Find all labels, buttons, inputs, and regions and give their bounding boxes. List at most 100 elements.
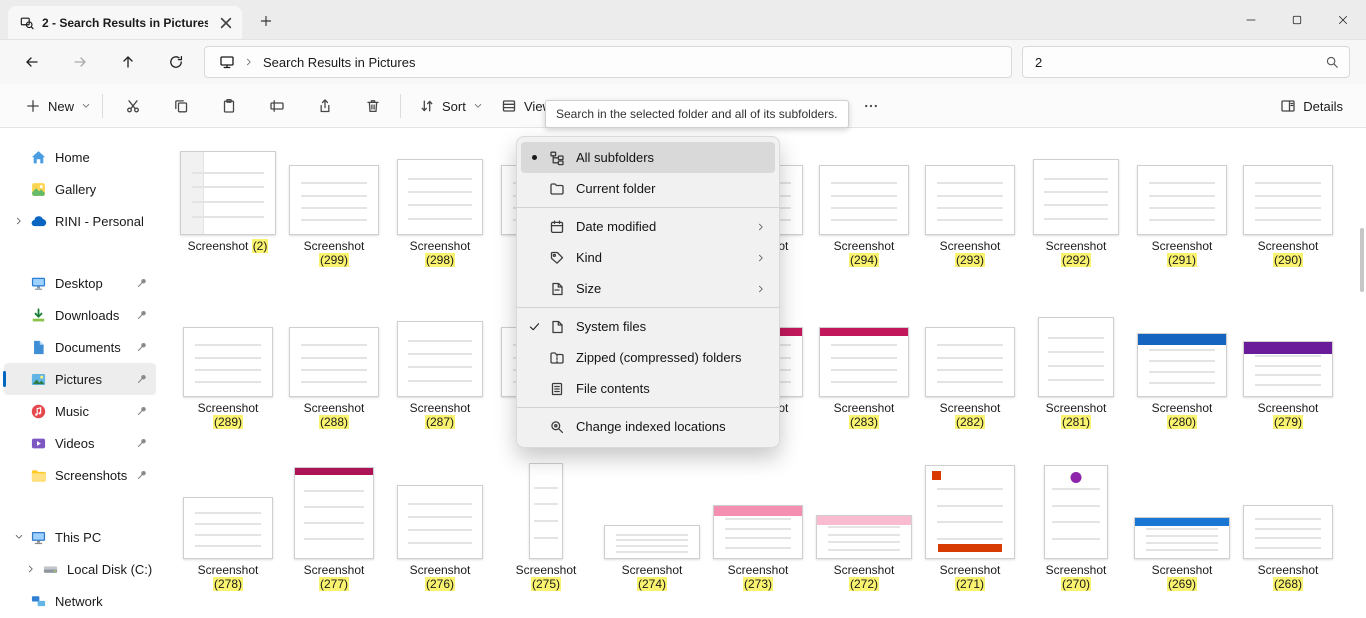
file-item-screenshot-268[interactable]: Screenshot(268) [1238, 463, 1338, 591]
file-item-screenshot-272[interactable]: Screenshot(272) [814, 463, 914, 591]
file-item-screenshot-280[interactable]: Screenshot(280) [1132, 301, 1232, 429]
search-highlight: (294) [849, 253, 879, 267]
file-item-screenshot-293[interactable]: Screenshot(293) [920, 139, 1020, 267]
sidebar-item-screenshots[interactable]: Screenshots [4, 459, 156, 491]
file-label: Screenshot(298) [410, 239, 471, 267]
file-thumbnail [925, 465, 1015, 559]
toolbar-separator [400, 94, 401, 118]
search-highlight: (280) [1167, 415, 1197, 429]
chevron-down-icon[interactable] [10, 532, 28, 542]
file-item-screenshot-299[interactable]: Screenshot(299) [284, 139, 384, 267]
file-item-screenshot-294[interactable]: Screenshot(294) [814, 139, 914, 267]
chevron-right-icon[interactable] [244, 57, 254, 67]
address-bar[interactable]: Search Results in Pictures [204, 46, 1012, 78]
file-item-screenshot-269[interactable]: Screenshot(269) [1132, 463, 1232, 591]
cut-icon [125, 98, 141, 114]
refresh-button[interactable] [160, 46, 192, 78]
pin-icon [136, 341, 148, 353]
sidebar-item-this-pc[interactable]: This PC [4, 521, 156, 553]
file-item-screenshot-281[interactable]: Screenshot(281) [1026, 301, 1126, 429]
tab-close-icon[interactable] [216, 13, 236, 33]
minimize-button[interactable] [1228, 0, 1274, 39]
sidebar-item-label: This PC [55, 530, 156, 545]
maximize-button[interactable] [1274, 0, 1320, 39]
search-highlight: (277) [319, 577, 349, 591]
delete-button[interactable] [352, 89, 394, 123]
sidebar-item-music[interactable]: Music [4, 395, 156, 427]
window-controls [1228, 0, 1366, 39]
sidebar-item-videos[interactable]: Videos [4, 427, 156, 459]
delete-icon [365, 98, 381, 114]
sidebar-item-rini-personal[interactable]: RINI - Personal [4, 205, 156, 237]
file-item-screenshot-288[interactable]: Screenshot(288) [284, 301, 384, 429]
explorer-tab[interactable]: 2 - Search Results in Pictures [8, 6, 242, 39]
forward-button[interactable] [64, 46, 96, 78]
file-thumbnail [289, 165, 379, 235]
breadcrumb[interactable]: Search Results in Pictures [263, 55, 415, 70]
file-thumbnail [397, 485, 483, 559]
menu-item-system-files[interactable]: System files [521, 311, 775, 342]
vertical-scrollbar[interactable] [1360, 228, 1364, 292]
chevron-right-icon[interactable] [22, 564, 40, 574]
search-input[interactable] [1035, 55, 1325, 70]
file-label: Screenshot(269) [1152, 563, 1213, 591]
details-button[interactable]: Details [1271, 89, 1352, 123]
file-item-screenshot-298[interactable]: Screenshot(298) [390, 139, 490, 267]
menu-item-zipped-compressed-folders[interactable]: Zipped (compressed) folders [521, 342, 775, 373]
search-highlight: (269) [1167, 577, 1197, 591]
close-button[interactable] [1320, 0, 1366, 39]
file-item-screenshot-290[interactable]: Screenshot(290) [1238, 139, 1338, 267]
file-item-screenshot-278[interactable]: Screenshot(278) [178, 463, 278, 591]
rename-button[interactable] [256, 89, 298, 123]
sidebar-item-local-disk-c[interactable]: Local Disk (C:) [4, 553, 156, 585]
share-button[interactable] [304, 89, 346, 123]
file-item-screenshot-292[interactable]: Screenshot(292) [1026, 139, 1126, 267]
file-item-screenshot-273[interactable]: Screenshot(273) [708, 463, 808, 591]
file-item-screenshot-282[interactable]: Screenshot(282) [920, 301, 1020, 429]
menu-item-all-subfolders[interactable]: All subfolders [521, 142, 775, 173]
new-button[interactable]: New [16, 89, 100, 123]
sidebar-item-desktop[interactable]: Desktop [4, 267, 156, 299]
menu-item-size[interactable]: Size [521, 273, 775, 304]
pictures-icon [28, 371, 48, 388]
sidebar-item-downloads[interactable]: Downloads [4, 299, 156, 331]
file-item-screenshot-270[interactable]: Screenshot(270) [1026, 463, 1126, 591]
more-options-button[interactable] [850, 89, 892, 123]
file-item-screenshot-279[interactable]: Screenshot(279) [1238, 301, 1338, 429]
sort-button[interactable]: Sort [410, 89, 492, 123]
back-button[interactable] [16, 46, 48, 78]
sidebar-item-documents[interactable]: Documents [4, 331, 156, 363]
sidebar-item-label: Desktop [55, 276, 136, 291]
copy-button[interactable] [160, 89, 202, 123]
up-button[interactable] [112, 46, 144, 78]
thumbnail-zone [390, 139, 490, 235]
file-item-screenshot-289[interactable]: Screenshot(289) [178, 301, 278, 429]
sidebar-item-home[interactable]: Home [4, 141, 156, 173]
file-item-screenshot-274[interactable]: Screenshot(274) [602, 463, 702, 591]
search-box[interactable] [1022, 46, 1350, 78]
thumbnail-zone [178, 139, 278, 235]
search-icon[interactable] [1325, 55, 1339, 69]
file-item-screenshot-283[interactable]: Screenshot(283) [814, 301, 914, 429]
file-item-screenshot-271[interactable]: Screenshot(271) [920, 463, 1020, 591]
file-item-screenshot-277[interactable]: Screenshot(277) [284, 463, 384, 591]
file-item-screenshot-2[interactable]: Screenshot (2) [178, 139, 278, 253]
menu-item-kind[interactable]: Kind [521, 242, 775, 273]
sidebar-item-network[interactable]: Network [4, 585, 156, 617]
file-item-screenshot-287[interactable]: Screenshot(287) [390, 301, 490, 429]
paste-button[interactable] [208, 89, 250, 123]
new-tab-button[interactable] [250, 5, 282, 37]
thumbnail-zone [1026, 301, 1126, 397]
cut-button[interactable] [112, 89, 154, 123]
menu-item-current-folder[interactable]: Current folder [521, 173, 775, 204]
home-icon [28, 149, 48, 166]
menu-item-change-indexed-locations[interactable]: Change indexed locations [521, 411, 775, 442]
sidebar-item-gallery[interactable]: Gallery [4, 173, 156, 205]
file-item-screenshot-276[interactable]: Screenshot(276) [390, 463, 490, 591]
menu-item-date-modified[interactable]: Date modified [521, 211, 775, 242]
menu-item-file-contents[interactable]: File contents [521, 373, 775, 404]
file-item-screenshot-275[interactable]: Screenshot(275) [496, 463, 596, 591]
sidebar-item-pictures[interactable]: Pictures [4, 363, 156, 395]
file-item-screenshot-291[interactable]: Screenshot(291) [1132, 139, 1232, 267]
chevron-right-icon[interactable] [10, 216, 28, 226]
